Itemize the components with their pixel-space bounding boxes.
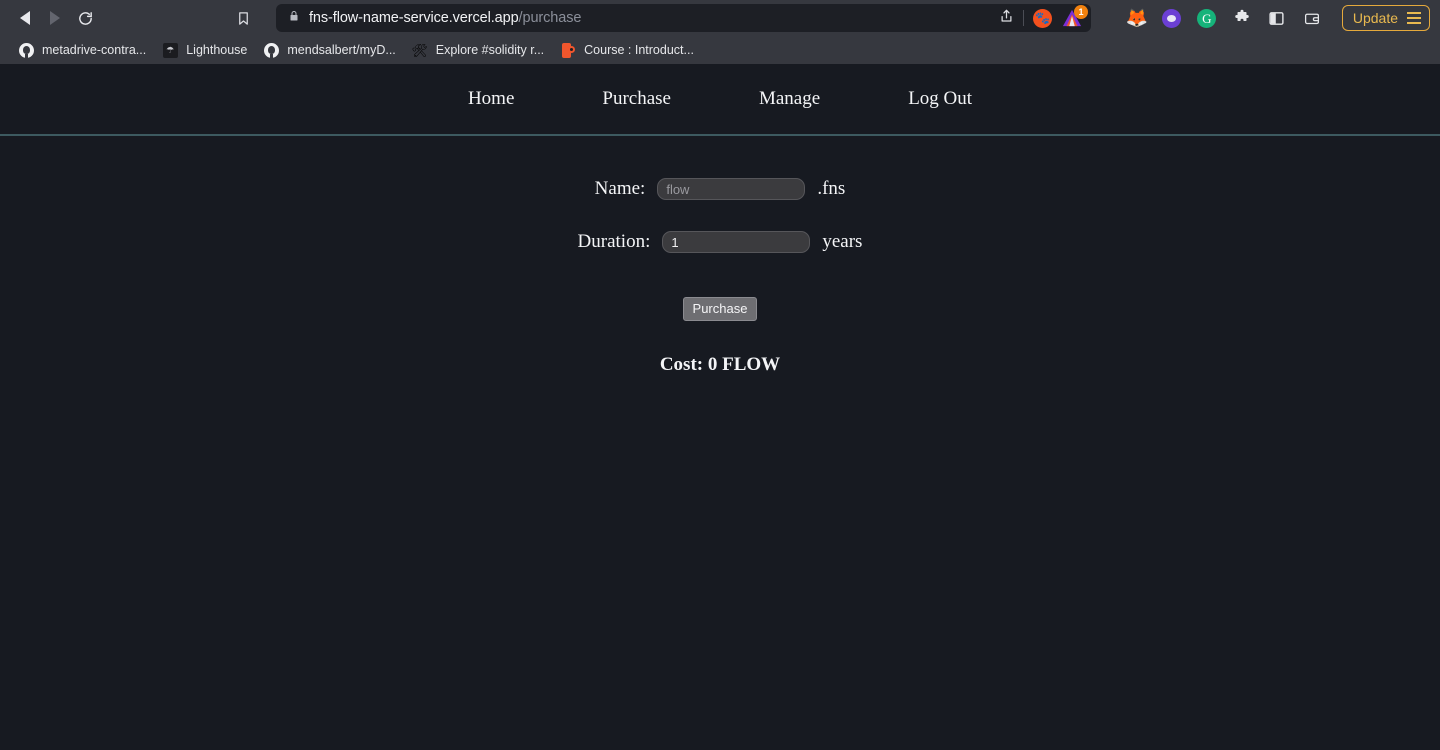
name-field-row: Name: .fns — [0, 170, 1440, 208]
grammarly-icon[interactable]: G — [1196, 7, 1218, 29]
github-icon — [263, 42, 279, 58]
hammer-wrench-icon: 🛠 — [411, 42, 429, 58]
url-text: fns-flow-name-service.vercel.app/purchas… — [309, 10, 990, 26]
bookmark-flag-icon — [238, 11, 248, 25]
brave-shields-icon[interactable]: 🐾 — [1033, 8, 1052, 28]
nav-link-manage[interactable]: Manage — [759, 82, 820, 116]
url-path: /purchase — [518, 10, 582, 26]
github-icon — [18, 42, 34, 58]
bookmark-button[interactable] — [228, 4, 258, 32]
address-bar[interactable]: fns-flow-name-service.vercel.app/purchas… — [276, 4, 1091, 32]
bookmarks-bar: metadrive-contra... ☂ Lighthouse mendsal… — [0, 36, 1440, 64]
duration-field-row: Duration: years — [0, 223, 1440, 261]
bookmark-label: Explore #solidity r... — [435, 43, 545, 57]
name-input[interactable] — [657, 178, 806, 200]
sidebar-toggle-icon[interactable] — [1266, 7, 1288, 29]
bookmark-label: Lighthouse — [186, 43, 248, 57]
site-navigation: Home Purchase Manage Log Out — [0, 64, 1440, 136]
leo-notification-badge: 1 — [1074, 5, 1088, 19]
browser-chrome: fns-flow-name-service.vercel.app/purchas… — [0, 0, 1440, 64]
update-button-label: Update — [1352, 10, 1398, 26]
metamask-icon[interactable]: 🦊 — [1126, 7, 1148, 29]
duration-input[interactable] — [662, 231, 811, 253]
share-button[interactable] — [999, 8, 1014, 29]
lock-icon — [288, 9, 300, 28]
bookmark-label: metadrive-contra... — [42, 43, 147, 57]
forward-arrow-icon — [50, 11, 60, 25]
hamburger-menu-icon[interactable] — [1407, 12, 1421, 24]
page-content: Home Purchase Manage Log Out Name: .fns … — [0, 64, 1440, 750]
bookmark-item-metadrive[interactable]: metadrive-contra... — [10, 39, 154, 61]
purchase-button-row: Purchase — [0, 297, 1440, 321]
url-domain: fns-flow-name-service.vercel.app — [309, 10, 519, 26]
brave-wallet-icon[interactable] — [1301, 7, 1323, 29]
duration-suffix-years: years — [822, 231, 863, 252]
bookmark-label: Course : Introduct... — [584, 43, 694, 57]
nav-link-logout[interactable]: Log Out — [908, 82, 972, 116]
purchase-form: Name: .fns Duration: years Purchase Cost… — [0, 136, 1440, 376]
purchase-button[interactable]: Purchase — [682, 297, 758, 321]
cost-row: Cost: 0 FLOW — [0, 354, 1440, 376]
toolbar-divider — [1023, 10, 1024, 26]
bookmark-item-lighthouse[interactable]: ☂ Lighthouse — [154, 39, 255, 61]
reload-icon — [78, 11, 92, 25]
cost-text: Cost: 0 FLOW — [659, 353, 781, 375]
nav-link-purchase[interactable]: Purchase — [602, 82, 671, 116]
lighthouse-icon: ☂ — [162, 42, 178, 58]
browser-toolbar: fns-flow-name-service.vercel.app/purchas… — [0, 0, 1440, 36]
duration-label: Duration: — [577, 231, 651, 252]
forward-button[interactable] — [40, 4, 70, 32]
wallet-extension-icon[interactable] — [1161, 7, 1183, 29]
back-arrow-icon — [20, 11, 30, 25]
name-label: Name: — [594, 178, 646, 199]
brave-leo-button[interactable]: 1 — [1061, 5, 1088, 28]
extensions-puzzle-icon[interactable] — [1231, 7, 1253, 29]
share-icon — [1001, 9, 1012, 22]
reload-button[interactable] — [70, 4, 100, 32]
update-button[interactable]: Update — [1341, 5, 1430, 31]
address-bar-actions: 🐾 1 — [999, 5, 1088, 29]
extension-toolbar: 🦊 G Update — [1126, 5, 1430, 31]
bookmark-item-solidity[interactable]: 🛠 Explore #solidity r... — [404, 39, 552, 61]
bookmark-item-mendsalbert[interactable]: mendsalbert/myD... — [255, 39, 403, 61]
back-button[interactable] — [10, 4, 40, 32]
name-suffix-tld: .fns — [817, 178, 846, 199]
bookmark-item-course[interactable]: Course : Introduct... — [552, 39, 702, 61]
course-icon — [560, 42, 576, 58]
nav-link-home[interactable]: Home — [468, 82, 514, 116]
bookmark-label: mendsalbert/myD... — [287, 43, 396, 57]
